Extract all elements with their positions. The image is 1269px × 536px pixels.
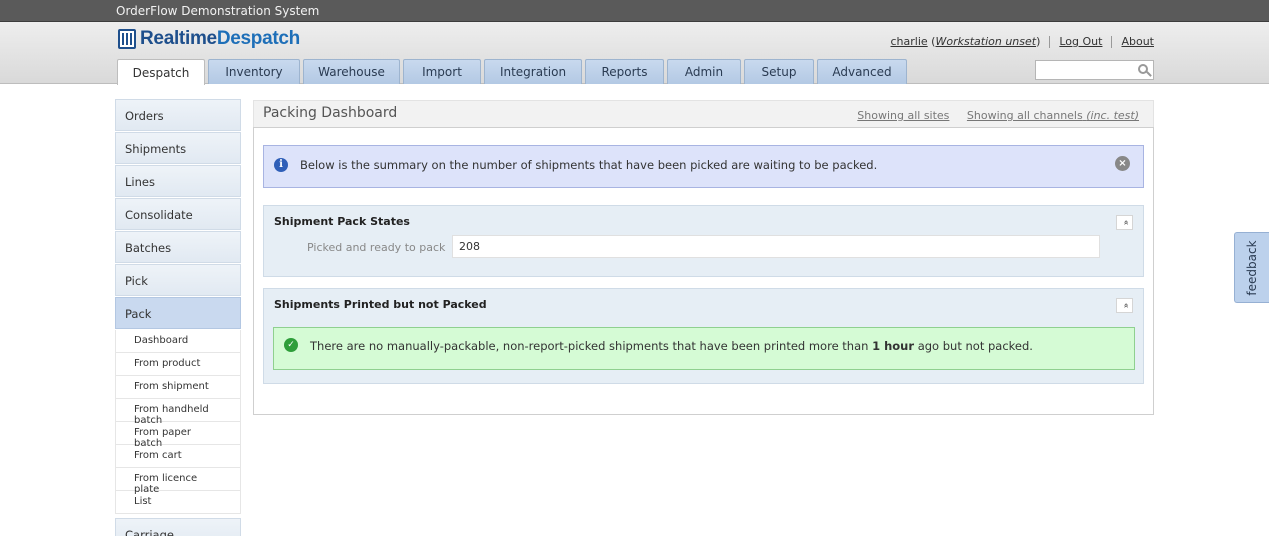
collapse-icon[interactable]: « (1116, 215, 1133, 230)
tab-inventory[interactable]: Inventory (208, 59, 300, 84)
sidebar-item-orders[interactable]: Orders (115, 99, 241, 131)
user-link[interactable]: charlie (891, 35, 928, 48)
feedback-label: feedback (1245, 239, 1259, 296)
user-nav: charlie (Workstation unset) Log Out Abou… (890, 35, 1155, 48)
main-body: i Below is the summary on the number of … (253, 127, 1154, 415)
collapse-icon[interactable]: « (1116, 298, 1133, 313)
sidebar-sub-dashboard[interactable]: Dashboard (115, 330, 241, 353)
about-link[interactable]: About (1121, 35, 1154, 48)
main-tabs: Despatch Inventory Warehouse Import Inte… (117, 59, 910, 85)
search-input[interactable] (1035, 60, 1154, 80)
sidebar-item-carriage[interactable]: Carriage (115, 518, 241, 536)
sidebar-sub-from-licence-plate[interactable]: From licence plate (115, 468, 241, 495)
logo[interactable]: RealtimeDespatch (118, 28, 300, 50)
channels-filter-link[interactable]: Showing all channels (inc. test) (967, 109, 1139, 122)
success-message: ✓ There are no manually-packable, non-re… (273, 327, 1135, 370)
tab-setup[interactable]: Setup (744, 59, 814, 84)
tab-integration[interactable]: Integration (484, 59, 582, 84)
logo-icon (118, 29, 136, 49)
pack-states-panel: Shipment Pack States « Picked and ready … (263, 205, 1144, 277)
header: RealtimeDespatch charlie (Workstation un… (0, 22, 1269, 85)
panel-title: Shipments Printed but not Packed (274, 298, 487, 311)
sidebar-item-pick[interactable]: Pick (115, 264, 241, 296)
picked-ready-label: Picked and ready to pack (307, 241, 446, 254)
tab-admin[interactable]: Admin (667, 59, 741, 84)
panel-title: Shipment Pack States (274, 215, 410, 228)
divider (1049, 35, 1051, 48)
close-icon[interactable]: × (1115, 156, 1130, 171)
tab-reports[interactable]: Reports (585, 59, 664, 84)
info-message: i Below is the summary on the number of … (263, 145, 1144, 188)
feedback-button[interactable]: feedback (1234, 232, 1269, 303)
logout-link[interactable]: Log Out (1059, 35, 1102, 48)
sidebar-sub-from-product[interactable]: From product (115, 353, 241, 376)
top-bar: OrderFlow Demonstration System (0, 0, 1269, 22)
tab-import[interactable]: Import (403, 59, 481, 84)
main-header: Packing Dashboard Showing all sites Show… (253, 100, 1154, 127)
info-text: Below is the summary on the number of sh… (300, 158, 878, 172)
success-text: There are no manually-packable, non-repo… (310, 339, 1033, 353)
system-name: OrderFlow Demonstration System (116, 4, 320, 18)
picked-ready-value: 208 (452, 235, 1100, 258)
sites-filter-link[interactable]: Showing all sites (857, 109, 949, 122)
printed-not-packed-panel: Shipments Printed but not Packed « ✓ The… (263, 288, 1144, 384)
sidebar-item-batches[interactable]: Batches (115, 231, 241, 263)
logo-text: RealtimeDespatch (140, 28, 300, 49)
sidebar: Orders Shipments Lines Consolidate Batch… (115, 99, 241, 536)
main-panel: Packing Dashboard Showing all sites Show… (253, 100, 1154, 415)
tab-warehouse[interactable]: Warehouse (303, 59, 400, 84)
divider (1111, 35, 1113, 48)
sidebar-item-lines[interactable]: Lines (115, 165, 241, 197)
search-icon[interactable] (1138, 64, 1148, 74)
sidebar-item-pack[interactable]: Pack (115, 297, 241, 329)
scope-links: Showing all sites Showing all channels (… (843, 109, 1139, 122)
info-icon: i (274, 158, 288, 172)
sidebar-item-shipments[interactable]: Shipments (115, 132, 241, 164)
tab-advanced[interactable]: Advanced (817, 59, 907, 84)
check-icon: ✓ (284, 338, 298, 352)
workstation-link[interactable]: Workstation unset (935, 35, 1036, 48)
sidebar-sub-from-handheld-batch[interactable]: From handheld batch (115, 399, 241, 426)
tab-despatch[interactable]: Despatch (117, 59, 205, 85)
page-title: Packing Dashboard (263, 105, 398, 121)
sidebar-item-consolidate[interactable]: Consolidate (115, 198, 241, 230)
sidebar-sub-from-shipment[interactable]: From shipment (115, 376, 241, 399)
